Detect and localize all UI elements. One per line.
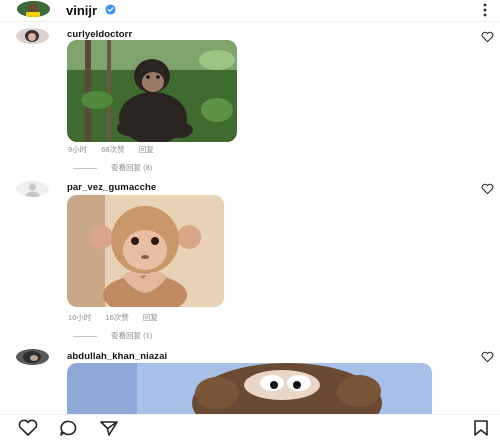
view-replies-button[interactable]: 查看回复 (8): [73, 162, 152, 173]
reply-button[interactable]: 回复: [143, 313, 158, 322]
view-replies-label: 查看回复 (8): [111, 163, 153, 172]
replies-divider: [73, 167, 97, 169]
replies-divider: [73, 335, 97, 337]
header-username[interactable]: vinijr: [66, 3, 97, 18]
comment-username[interactable]: par_vez_gumacche: [67, 182, 156, 193]
view-replies-button[interactable]: 查看回复 (1): [73, 330, 152, 341]
comment-likes[interactable]: 16次赞: [105, 313, 128, 322]
comment-image[interactable]: [67, 363, 432, 415]
comment-time: 10小时: [68, 313, 92, 322]
comment-image[interactable]: [67, 40, 237, 142]
post-action-bar: [0, 414, 500, 440]
more-icon[interactable]: [477, 2, 493, 18]
post-header: vinijr: [0, 0, 500, 22]
verified-badge-icon: [105, 4, 116, 15]
comment-time: 9小时: [68, 145, 88, 154]
comment-username[interactable]: curlyeldoctorr: [67, 29, 132, 40]
avatar[interactable]: [16, 28, 49, 44]
comment-icon[interactable]: [58, 419, 80, 437]
reply-button[interactable]: 回复: [139, 145, 154, 154]
avatar[interactable]: [17, 1, 50, 17]
avatar[interactable]: [16, 349, 49, 365]
share-icon[interactable]: [98, 419, 120, 437]
view-replies-label: 查看回复 (1): [111, 331, 153, 340]
comment-image[interactable]: [67, 195, 224, 307]
comment-username[interactable]: abdullah_khan_niazai: [67, 351, 167, 362]
comment-likes[interactable]: 68次赞: [101, 145, 124, 154]
comment-meta: 10小时 16次赞 回复: [68, 312, 170, 323]
avatar[interactable]: [16, 181, 49, 197]
heart-icon[interactable]: [17, 419, 39, 437]
comment-meta: 9小时 68次赞 回复: [68, 144, 166, 155]
heart-icon[interactable]: [481, 351, 494, 363]
bookmark-icon[interactable]: [470, 419, 492, 437]
heart-icon[interactable]: [481, 183, 494, 195]
heart-icon[interactable]: [481, 31, 494, 43]
